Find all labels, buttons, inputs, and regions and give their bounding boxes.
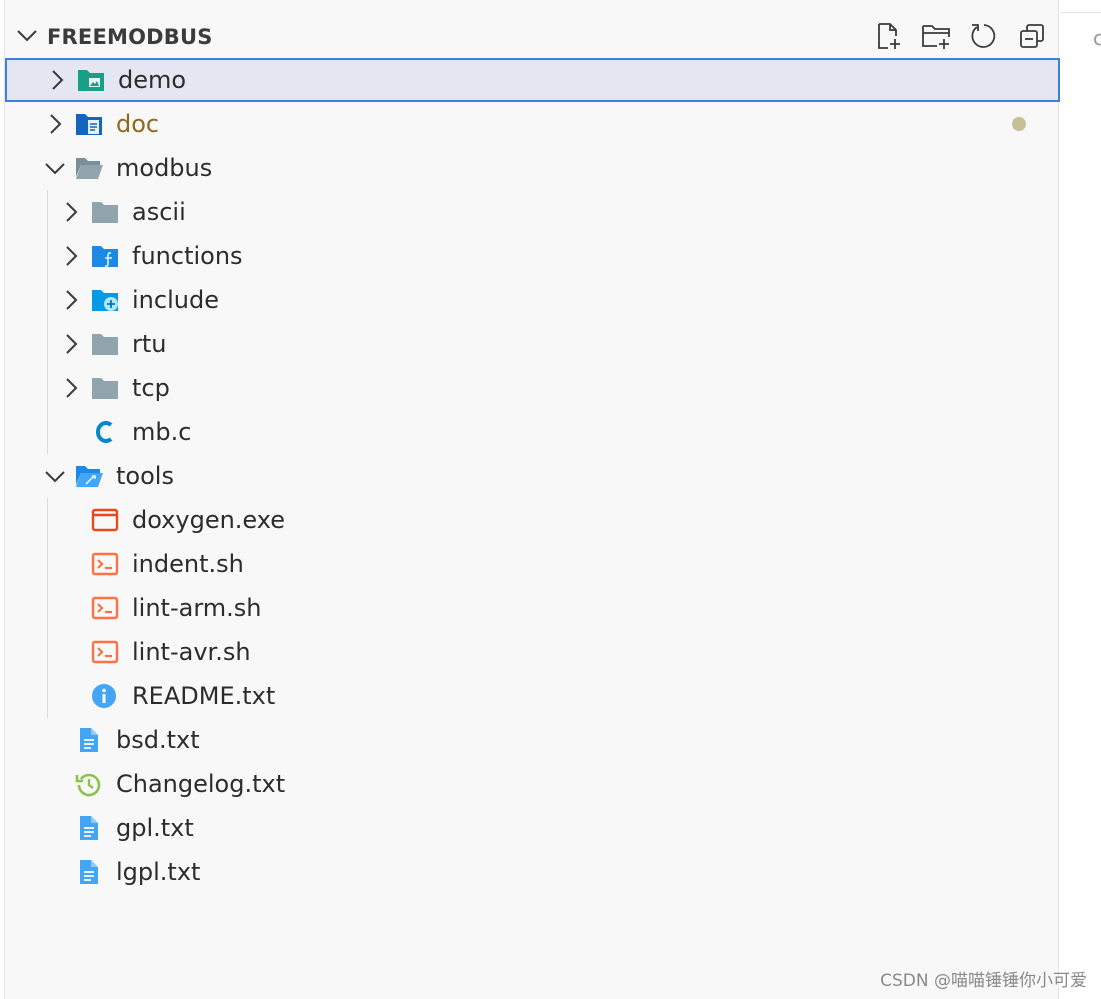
tree-item-label: modbus: [116, 154, 213, 182]
folder-doc-icon: [75, 111, 103, 137]
tree-item-label: gpl.txt: [116, 814, 194, 842]
tree-item-label: ascii: [132, 198, 186, 226]
tree-item-label: rtu: [132, 330, 167, 358]
tree-item-label: lint-arm.sh: [132, 594, 262, 622]
explorer-panel: FREEMODBUS demo doc modbus ascii functio…: [4, 0, 1060, 999]
tree-item-label: functions: [132, 242, 243, 270]
tree-item-lint-arm-sh[interactable]: lint-arm.sh: [5, 586, 1060, 630]
text-file-icon: [75, 859, 103, 885]
tree-item-label: README.txt: [132, 682, 276, 710]
chevron-right-icon[interactable]: [59, 332, 83, 356]
chevron-down-icon[interactable]: [43, 156, 67, 180]
tree-item-changelog-txt[interactable]: Changelog.txt: [5, 762, 1060, 806]
tree-item-label: tools: [116, 462, 174, 490]
file-tree: demo doc modbus ascii functions include …: [5, 58, 1060, 894]
tree-item-readme-txt[interactable]: README.txt: [5, 674, 1060, 718]
collapse-all-button[interactable]: [1015, 19, 1049, 53]
tree-item-label: indent.sh: [132, 550, 244, 578]
tree-item-ascii[interactable]: ascii: [5, 190, 1060, 234]
editor-tab-border: [1061, 12, 1101, 13]
chevron-down-icon[interactable]: [43, 464, 67, 488]
tree-item-gpl-txt[interactable]: gpl.txt: [5, 806, 1060, 850]
folder-include-icon: [91, 287, 119, 313]
chevron-right-icon[interactable]: [59, 288, 83, 312]
chevron-right-icon[interactable]: [59, 376, 83, 400]
tree-item-tools[interactable]: tools: [5, 454, 1060, 498]
editor-text-fragment: c: [1093, 26, 1101, 50]
shell-script-icon: [91, 595, 119, 621]
tree-item-functions[interactable]: functions: [5, 234, 1060, 278]
tree-item-bsd-txt[interactable]: bsd.txt: [5, 718, 1060, 762]
tree-item-label: demo: [118, 66, 187, 94]
tree-item-label: include: [132, 286, 219, 314]
folder-icon: [91, 331, 119, 357]
changelog-history-icon: [75, 771, 103, 797]
tree-item-label: Changelog.txt: [116, 770, 286, 798]
chevron-right-icon[interactable]: [59, 244, 83, 268]
tree-item-label: mb.c: [132, 418, 192, 446]
collapse-all-icon: [1020, 24, 1044, 48]
refresh-icon: [971, 24, 996, 48]
chevron-right-icon[interactable]: [45, 68, 69, 92]
watermark: CSDN @喵喵锤锤你小可爱: [880, 971, 1087, 991]
tree-item-label: bsd.txt: [116, 726, 200, 754]
new-folder-button[interactable]: [919, 19, 953, 53]
editor-area-edge: c: [1061, 0, 1101, 999]
folder-tools-open-icon: [75, 463, 103, 489]
explorer-header[interactable]: FREEMODBUS: [5, 15, 1060, 59]
new-file-icon: [878, 23, 900, 49]
tree-item-indent-sh[interactable]: indent.sh: [5, 542, 1060, 586]
tree-item-demo[interactable]: demo: [5, 58, 1060, 102]
tree-item-modbus[interactable]: modbus: [5, 146, 1060, 190]
tree-item-label: doc: [116, 110, 160, 138]
chevron-right-icon[interactable]: [43, 112, 67, 136]
shell-script-icon: [91, 551, 119, 577]
exe-file-icon: [91, 507, 119, 533]
tree-item-lint-avr-sh[interactable]: lint-avr.sh: [5, 630, 1060, 674]
folder-icon: [91, 199, 119, 225]
text-file-icon: [75, 727, 103, 753]
tree-item-label: tcp: [132, 374, 170, 402]
tree-item-doxygen-exe[interactable]: doxygen.exe: [5, 498, 1060, 542]
text-file-icon: [75, 815, 103, 841]
chevron-down-icon[interactable]: [15, 23, 39, 47]
tree-item-mb-c[interactable]: mb.c: [5, 410, 1060, 454]
tree-item-doc[interactable]: doc: [5, 102, 1060, 146]
tree-item-label: lint-avr.sh: [132, 638, 251, 666]
folder-functions-icon: [91, 243, 119, 269]
refresh-button[interactable]: [967, 19, 1001, 53]
explorer-title: FREEMODBUS: [47, 25, 213, 49]
shell-script-icon: [91, 639, 119, 665]
folder-icon: [91, 375, 119, 401]
folder-open-icon: [75, 155, 103, 181]
chevron-right-icon[interactable]: [59, 200, 83, 224]
info-icon: [91, 683, 119, 709]
new-folder-icon: [922, 25, 950, 49]
new-file-button[interactable]: [871, 19, 905, 53]
tree-item-label: doxygen.exe: [132, 506, 285, 534]
tree-item-tcp[interactable]: tcp: [5, 366, 1060, 410]
c-file-icon: [91, 419, 119, 445]
modified-indicator: [1012, 117, 1026, 131]
tree-item-rtu[interactable]: rtu: [5, 322, 1060, 366]
tree-item-include[interactable]: include: [5, 278, 1060, 322]
folder-demo-icon: [77, 67, 105, 93]
tree-item-label: lgpl.txt: [116, 858, 201, 886]
tree-item-lgpl-txt[interactable]: lgpl.txt: [5, 850, 1060, 894]
